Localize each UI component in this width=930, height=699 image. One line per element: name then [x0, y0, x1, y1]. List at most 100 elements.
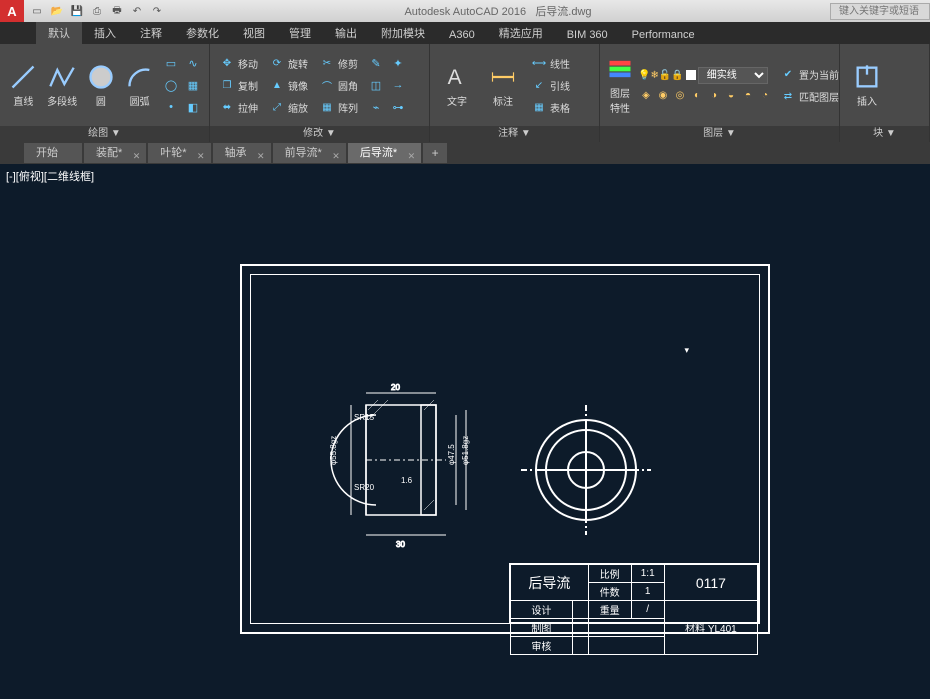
panel-title-block[interactable]: 块 ▼	[840, 126, 929, 142]
tab-addins[interactable]: 附加模块	[369, 22, 437, 44]
drawing-sheet: ▾	[240, 264, 770, 634]
trim-button[interactable]: ✂修剪	[316, 53, 362, 73]
layer-select[interactable]: 细实线	[698, 67, 768, 84]
doctab-front[interactable]: 前导流*✕	[273, 143, 346, 163]
bulb-icon: 💡❄🔓🔒	[638, 70, 684, 81]
close-icon[interactable]: ✕	[408, 146, 416, 166]
text-button[interactable]: A文字	[436, 49, 478, 121]
tab-view[interactable]: 视图	[231, 22, 277, 44]
panel-title-layer[interactable]: 图层 ▼	[600, 126, 839, 142]
svg-text:φ55.8gz: φ55.8gz	[329, 436, 338, 465]
part-name: 后导流	[511, 565, 589, 601]
linear-button[interactable]: ⟷线性	[528, 53, 574, 73]
viewport-label[interactable]: [-][俯视][二维线框]	[6, 168, 94, 184]
stretch-button[interactable]: ⬌拉伸	[216, 97, 262, 117]
front-view	[521, 405, 651, 535]
layer-tool-5[interactable]: ◑	[706, 88, 722, 104]
layer-props-button[interactable]: 图层 特性	[606, 49, 634, 121]
tab-default[interactable]: 默认	[36, 22, 82, 44]
doctab-start[interactable]: 开始	[24, 143, 82, 163]
qat-new-icon[interactable]: ▭	[28, 2, 46, 20]
close-icon[interactable]: ✕	[332, 146, 340, 166]
array-button[interactable]: ▦阵列	[316, 97, 362, 117]
doctab-rear[interactable]: 后导流*✕	[348, 143, 421, 163]
tab-output[interactable]: 输出	[323, 22, 369, 44]
region-icon[interactable]: ◧	[183, 97, 203, 117]
mirror-button[interactable]: ▲镜像	[266, 75, 312, 95]
window-title: Autodesk AutoCAD 2016 后导流.dwg	[166, 3, 830, 19]
point-icon[interactable]: •	[161, 97, 181, 117]
dim-button[interactable]: 标注	[482, 49, 524, 121]
stretch-icon: ⬌	[220, 100, 234, 114]
copy-icon: ❐	[220, 78, 234, 92]
tab-parametric[interactable]: 参数化	[174, 22, 231, 44]
qat-save-icon[interactable]: 💾	[68, 2, 86, 20]
set-current-button[interactable]: ✔置为当前	[777, 64, 843, 84]
match-layer-button[interactable]: ⇄匹配图层	[777, 86, 843, 106]
tab-performance[interactable]: Performance	[620, 26, 707, 44]
doctab-bearing[interactable]: 轴承✕	[213, 143, 271, 163]
drawing-border: ▾	[250, 274, 760, 624]
explode-icon[interactable]: ✦	[388, 53, 408, 73]
layer-color-swatch	[686, 70, 696, 80]
offset-icon[interactable]: ◫	[366, 75, 386, 95]
move-button[interactable]: ✥移动	[216, 53, 262, 73]
qat-plot-icon[interactable]: 🖶	[108, 2, 126, 20]
tab-annotate[interactable]: 注释	[128, 22, 174, 44]
fillet-button[interactable]: ⌒圆角	[316, 75, 362, 95]
tab-insert[interactable]: 插入	[82, 22, 128, 44]
tab-bim360[interactable]: BIM 360	[555, 26, 620, 44]
new-tab-button[interactable]: +	[423, 143, 447, 163]
table-icon: ▦	[532, 100, 546, 114]
erase-icon[interactable]: ✎	[366, 53, 386, 73]
panel-title-modify[interactable]: 修改 ▼	[210, 126, 429, 142]
spline-icon[interactable]: ∿	[183, 53, 203, 73]
qat-redo-icon[interactable]: ↷	[148, 2, 166, 20]
ribbon-tabstrip: 默认 插入 注释 参数化 视图 管理 输出 附加模块 A360 精选应用 BIM…	[0, 22, 930, 44]
qat-undo-icon[interactable]: ↶	[128, 2, 146, 20]
close-icon[interactable]: ✕	[133, 146, 141, 166]
break-icon[interactable]: ⌁	[366, 97, 386, 117]
layer-tool-4[interactable]: ◐	[689, 88, 705, 104]
model-viewport[interactable]: [-][俯视][二维线框] ▾	[0, 164, 930, 699]
copy-button[interactable]: ❐复制	[216, 75, 262, 95]
layer-tool-8[interactable]: ◔	[757, 88, 773, 104]
tab-a360[interactable]: A360	[437, 26, 487, 44]
qat-open-icon[interactable]: 📂	[48, 2, 66, 20]
panel-draw: 直线 多段线 圆 圆弧 ▭ ∿ ◯ ▦ • ◧ 绘图 ▼	[0, 44, 210, 142]
layer-tool-6[interactable]: ◒	[723, 88, 739, 104]
join-icon[interactable]: ⊶	[388, 97, 408, 117]
polyline-button[interactable]: 多段线	[45, 49, 80, 121]
panel-title-draw[interactable]: 绘图 ▼	[0, 126, 209, 142]
layer-tool-7[interactable]: ◓	[740, 88, 756, 104]
panel-title-annot[interactable]: 注释 ▼	[430, 126, 599, 142]
tab-featured[interactable]: 精选应用	[487, 22, 555, 44]
hatch-icon[interactable]: ▦	[183, 75, 203, 95]
svg-text:30: 30	[396, 540, 405, 549]
linear-icon: ⟷	[532, 56, 546, 70]
search-input[interactable]	[830, 3, 930, 20]
extend-icon[interactable]: →	[388, 75, 408, 95]
layer-tool-3[interactable]: ◎	[672, 88, 688, 104]
tab-manage[interactable]: 管理	[277, 22, 323, 44]
qat-saveas-icon[interactable]: ⎙	[88, 2, 106, 20]
rotate-button[interactable]: ⟳旋转	[266, 53, 312, 73]
layer-tool-2[interactable]: ◉	[655, 88, 671, 104]
doctab-assembly[interactable]: 装配*✕	[84, 143, 146, 163]
close-icon[interactable]: ✕	[257, 146, 265, 166]
close-icon[interactable]: ✕	[197, 146, 205, 166]
array-icon: ▦	[320, 100, 334, 114]
leader-button[interactable]: ↙引线	[528, 75, 574, 95]
rectangle-icon[interactable]: ▭	[161, 53, 181, 73]
layer-tool-1[interactable]: ◈	[638, 88, 654, 104]
insert-block-button[interactable]: 插入	[846, 49, 888, 121]
app-logo[interactable]: A	[0, 0, 24, 22]
table-button[interactable]: ▦表格	[528, 97, 574, 117]
arc-button[interactable]: 圆弧	[122, 49, 157, 121]
line-button[interactable]: 直线	[6, 49, 41, 121]
circle-button[interactable]: 圆	[84, 49, 119, 121]
ellipse-icon[interactable]: ◯	[161, 75, 181, 95]
doctab-impeller[interactable]: 叶轮*✕	[148, 143, 210, 163]
svg-text:A: A	[448, 66, 462, 89]
scale-button[interactable]: ⤢缩放	[266, 97, 312, 117]
